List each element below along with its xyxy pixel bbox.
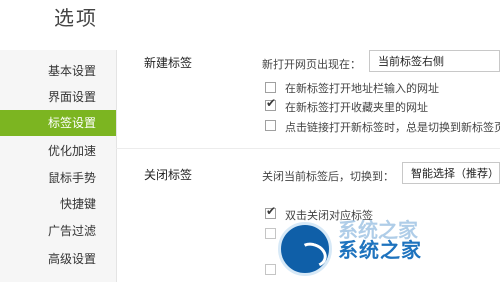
open-position-label: 新打开网页出现在：: [262, 58, 361, 71]
sidebar-item-tabs[interactable]: 标签设置: [0, 110, 116, 136]
section-new-tab-label: 新建标签: [144, 56, 193, 70]
window-title: 选项: [54, 6, 98, 30]
option-switch-label: 点击链接打开新标签时，总是切换到新标签页: [285, 121, 500, 134]
watermark: 系统之家 系统之家: [274, 216, 500, 282]
open-position-select[interactable]: 当前标签右侧: [369, 50, 500, 72]
sidebar-item-basic[interactable]: 基本设置: [0, 58, 116, 84]
sidebar-item-label: 界面设置: [47, 90, 96, 104]
option-addressbar-checkbox[interactable]: [265, 82, 276, 93]
watermark-logo-icon: [278, 222, 332, 276]
sidebar-item-shortcuts[interactable]: 快捷键: [0, 191, 116, 217]
sidebar-item-label: 优化加速: [47, 144, 96, 158]
check-icon: ✔: [266, 96, 277, 110]
sidebar-item-label: 快捷键: [59, 197, 96, 211]
sidebar-item-label: 标签设置: [47, 116, 96, 130]
sidebar-item-adblock[interactable]: 广告过滤: [0, 218, 116, 244]
switch-after-close-value: 智能选择（推荐）: [411, 167, 499, 180]
option-favorites-label: 在新标签打开收藏夹里的网址: [285, 101, 428, 114]
sidebar-item-advanced[interactable]: 高级设置: [0, 246, 116, 272]
open-position-value: 当前标签右侧: [378, 55, 444, 68]
option-addressbar-label: 在新标签打开地址栏输入的网址: [285, 82, 439, 95]
sidebar-item-gestures[interactable]: 鼠标手势: [0, 165, 116, 191]
switch-after-close-select[interactable]: 智能选择（推荐）: [402, 162, 500, 184]
watermark-text: 系统之家: [338, 238, 422, 262]
sidebar: 基本设置 界面设置 标签设置 优化加速 鼠标手势 快捷键 广告过滤 高级设置: [0, 50, 117, 282]
sidebar-item-label: 基本设置: [47, 64, 96, 78]
sidebar-item-label: 鼠标手势: [47, 171, 96, 185]
sidebar-item-label: 高级设置: [47, 252, 96, 266]
switch-after-close-label: 关闭当前标签后，切换到：: [262, 170, 394, 183]
sidebar-item-interface[interactable]: 界面设置: [0, 84, 116, 110]
sidebar-item-label: 广告过滤: [47, 224, 96, 238]
option-switch-checkbox[interactable]: [265, 120, 276, 131]
section-close-tab-label: 关闭标签: [144, 168, 193, 182]
section-divider: [116, 148, 500, 149]
option-favorites-checkbox[interactable]: ✔: [265, 96, 277, 111]
sidebar-item-optimize[interactable]: 优化加速: [0, 138, 116, 164]
